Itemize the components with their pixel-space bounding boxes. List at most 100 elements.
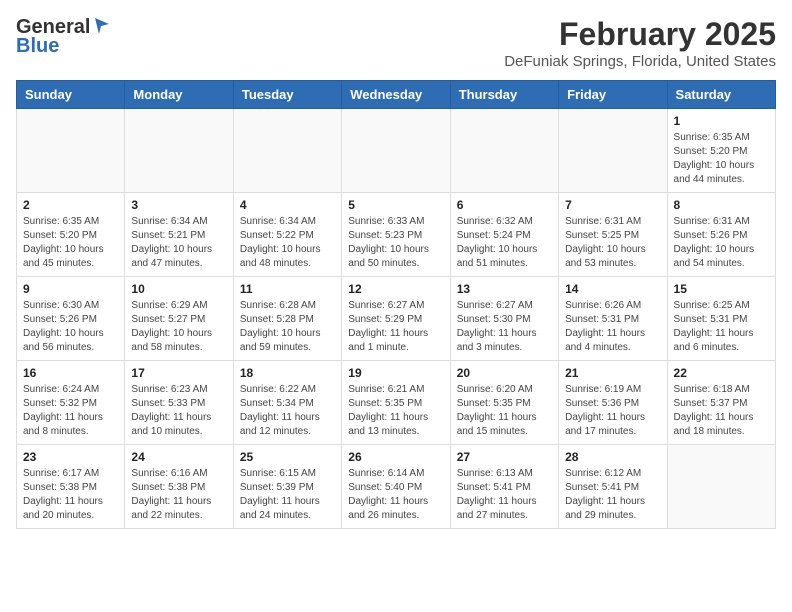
page-header: General Blue February 2025 DeFuniak Spri…: [16, 16, 776, 70]
calendar-week-row: 2Sunrise: 6:35 AM Sunset: 5:20 PM Daylig…: [17, 193, 776, 277]
calendar-cell: 11 Sunrise: 6:28 AM Sunset: 5:28 PM Dayli…: [233, 277, 341, 361]
day-of-week-header: Tuesday: [233, 81, 341, 109]
calendar-cell: 23 Sunrise: 6:17 AM Sunset: 5:38 PM Dayli…: [17, 445, 125, 529]
day-of-week-header: Wednesday: [342, 81, 450, 109]
day-info: Sunrise: 6:17 AM Sunset: 5:38 PM Dayligh…: [23, 467, 118, 523]
day-number: 1: [674, 114, 769, 128]
calendar-cell: 10 Sunrise: 6:29 AM Sunset: 5:27 PM Dayli…: [125, 277, 233, 361]
calendar-cell: 16 Sunrise: 6:24 AM Sunset: 5:32 PM Dayli…: [17, 361, 125, 445]
calendar-cell: 21Sunrise: 6:19 AM Sunset: 5:36 PM Dayli…: [559, 361, 667, 445]
day-number: 28: [565, 450, 660, 464]
calendar-week-row: 23 Sunrise: 6:17 AM Sunset: 5:38 PM Dayli…: [17, 445, 776, 529]
calendar-cell: 9Sunrise: 6:30 AM Sunset: 5:26 PM Daylig…: [17, 277, 125, 361]
day-of-week-header: Monday: [125, 81, 233, 109]
calendar-cell: [233, 109, 341, 193]
calendar-cell: 2Sunrise: 6:35 AM Sunset: 5:20 PM Daylig…: [17, 193, 125, 277]
day-number: 15: [674, 282, 769, 296]
day-info: Sunrise: 6:26 AM Sunset: 5:31 PM Dayligh…: [565, 299, 660, 355]
day-of-week-header: Saturday: [667, 81, 775, 109]
calendar-cell: 22Sunrise: 6:18 AM Sunset: 5:37 PM Dayli…: [667, 361, 775, 445]
day-number: 4: [240, 198, 335, 212]
subtitle: DeFuniak Springs, Florida, United States: [504, 53, 776, 70]
day-info: Sunrise: 6:34 AM Sunset: 5:22 PM Dayligh…: [240, 215, 335, 271]
day-info: Sunrise: 6:22 AM Sunset: 5:34 PM Dayligh…: [240, 383, 335, 439]
day-number: 27: [457, 450, 552, 464]
calendar-cell: [559, 109, 667, 193]
calendar-cell: 17 Sunrise: 6:23 AM Sunset: 5:33 PM Dayli…: [125, 361, 233, 445]
day-info: Sunrise: 6:15 AM Sunset: 5:39 PM Dayligh…: [240, 467, 335, 523]
calendar-cell: [667, 445, 775, 529]
calendar-cell: 13 Sunrise: 6:27 AM Sunset: 5:30 PM Dayli…: [450, 277, 558, 361]
calendar-cell: 12 Sunrise: 6:27 AM Sunset: 5:29 PM Dayli…: [342, 277, 450, 361]
calendar-cell: 4 Sunrise: 6:34 AM Sunset: 5:22 PM Daylig…: [233, 193, 341, 277]
calendar-cell: 25 Sunrise: 6:15 AM Sunset: 5:39 PM Dayli…: [233, 445, 341, 529]
day-info: Sunrise: 6:27 AM Sunset: 5:29 PM Dayligh…: [348, 299, 443, 355]
calendar-cell: 18Sunrise: 6:22 AM Sunset: 5:34 PM Dayli…: [233, 361, 341, 445]
calendar-cell: [17, 109, 125, 193]
day-info: Sunrise: 6:35 AM Sunset: 5:20 PM Dayligh…: [23, 215, 118, 271]
day-info: Sunrise: 6:24 AM Sunset: 5:32 PM Dayligh…: [23, 383, 118, 439]
day-number: 8: [674, 198, 769, 212]
day-number: 7: [565, 198, 660, 212]
day-info: Sunrise: 6:20 AM Sunset: 5:35 PM Dayligh…: [457, 383, 552, 439]
day-info: Sunrise: 6:29 AM Sunset: 5:27 PM Dayligh…: [131, 299, 226, 355]
day-info: Sunrise: 6:31 AM Sunset: 5:25 PM Dayligh…: [565, 215, 660, 271]
day-number: 19: [348, 366, 443, 380]
day-info: Sunrise: 6:14 AM Sunset: 5:40 PM Dayligh…: [348, 467, 443, 523]
logo: General Blue: [16, 16, 109, 58]
day-number: 23: [23, 450, 118, 464]
day-info: Sunrise: 6:18 AM Sunset: 5:37 PM Dayligh…: [674, 383, 769, 439]
logo-bird-icon: [91, 16, 109, 34]
calendar-cell: 27Sunrise: 6:13 AM Sunset: 5:41 PM Dayli…: [450, 445, 558, 529]
calendar-cell: [125, 109, 233, 193]
calendar-cell: 1 Sunrise: 6:35 AM Sunset: 5:20 PM Daylig…: [667, 109, 775, 193]
day-info: Sunrise: 6:35 AM Sunset: 5:20 PM Dayligh…: [674, 131, 769, 187]
day-info: Sunrise: 6:23 AM Sunset: 5:33 PM Dayligh…: [131, 383, 226, 439]
day-number: 6: [457, 198, 552, 212]
calendar-week-row: 16 Sunrise: 6:24 AM Sunset: 5:32 PM Dayli…: [17, 361, 776, 445]
day-of-week-header: Sunday: [17, 81, 125, 109]
day-number: 13: [457, 282, 552, 296]
day-info: Sunrise: 6:16 AM Sunset: 5:38 PM Dayligh…: [131, 467, 226, 523]
calendar-cell: [342, 109, 450, 193]
calendar-cell: 14Sunrise: 6:26 AM Sunset: 5:31 PM Dayli…: [559, 277, 667, 361]
day-info: Sunrise: 6:34 AM Sunset: 5:21 PM Dayligh…: [131, 215, 226, 271]
day-number: 3: [131, 198, 226, 212]
day-number: 25: [240, 450, 335, 464]
calendar-cell: 19 Sunrise: 6:21 AM Sunset: 5:35 PM Dayli…: [342, 361, 450, 445]
main-title: February 2025: [504, 16, 776, 53]
day-number: 26: [348, 450, 443, 464]
day-number: 24: [131, 450, 226, 464]
day-info: Sunrise: 6:12 AM Sunset: 5:41 PM Dayligh…: [565, 467, 660, 523]
day-number: 17: [131, 366, 226, 380]
calendar-week-row: 1 Sunrise: 6:35 AM Sunset: 5:20 PM Daylig…: [17, 109, 776, 193]
title-block: February 2025 DeFuniak Springs, Florida,…: [504, 16, 776, 70]
calendar-cell: 8 Sunrise: 6:31 AM Sunset: 5:26 PM Daylig…: [667, 193, 775, 277]
day-number: 12: [348, 282, 443, 296]
calendar-cell: 3 Sunrise: 6:34 AM Sunset: 5:21 PM Daylig…: [125, 193, 233, 277]
calendar-header-row: SundayMondayTuesdayWednesdayThursdayFrid…: [17, 81, 776, 109]
day-number: 9: [23, 282, 118, 296]
day-info: Sunrise: 6:19 AM Sunset: 5:36 PM Dayligh…: [565, 383, 660, 439]
calendar-cell: 5 Sunrise: 6:33 AM Sunset: 5:23 PM Daylig…: [342, 193, 450, 277]
calendar-week-row: 9Sunrise: 6:30 AM Sunset: 5:26 PM Daylig…: [17, 277, 776, 361]
calendar-cell: 26 Sunrise: 6:14 AM Sunset: 5:40 PM Dayli…: [342, 445, 450, 529]
day-info: Sunrise: 6:32 AM Sunset: 5:24 PM Dayligh…: [457, 215, 552, 271]
day-info: Sunrise: 6:27 AM Sunset: 5:30 PM Dayligh…: [457, 299, 552, 355]
day-number: 16: [23, 366, 118, 380]
day-number: 11: [240, 282, 335, 296]
day-info: Sunrise: 6:33 AM Sunset: 5:23 PM Dayligh…: [348, 215, 443, 271]
day-info: Sunrise: 6:28 AM Sunset: 5:28 PM Dayligh…: [240, 299, 335, 355]
day-of-week-header: Friday: [559, 81, 667, 109]
day-number: 10: [131, 282, 226, 296]
day-info: Sunrise: 6:25 AM Sunset: 5:31 PM Dayligh…: [674, 299, 769, 355]
day-number: 20: [457, 366, 552, 380]
calendar-table: SundayMondayTuesdayWednesdayThursdayFrid…: [16, 80, 776, 529]
calendar-cell: 24 Sunrise: 6:16 AM Sunset: 5:38 PM Dayli…: [125, 445, 233, 529]
day-number: 5: [348, 198, 443, 212]
calendar-cell: 15 Sunrise: 6:25 AM Sunset: 5:31 PM Dayli…: [667, 277, 775, 361]
calendar-cell: 28 Sunrise: 6:12 AM Sunset: 5:41 PM Dayli…: [559, 445, 667, 529]
calendar-cell: 20 Sunrise: 6:20 AM Sunset: 5:35 PM Dayli…: [450, 361, 558, 445]
day-info: Sunrise: 6:21 AM Sunset: 5:35 PM Dayligh…: [348, 383, 443, 439]
day-info: Sunrise: 6:31 AM Sunset: 5:26 PM Dayligh…: [674, 215, 769, 271]
